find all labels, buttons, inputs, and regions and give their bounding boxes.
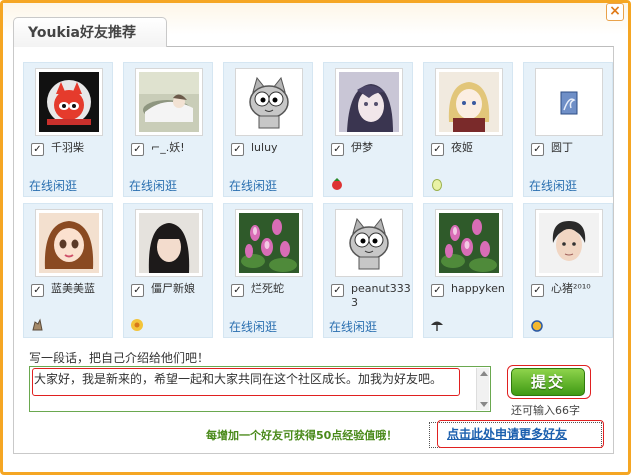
scroll-up-arrow-icon[interactable] [480, 371, 488, 376]
default-cat-avatar[interactable] [235, 68, 303, 136]
friend-select-checkbox[interactable]: ✓ [331, 284, 344, 297]
egg-icon [430, 177, 444, 191]
fox-logo-avatar[interactable] [35, 68, 103, 136]
friend-status[interactable]: 在线闲逛 [529, 177, 577, 194]
submit-highlight-outline: 提交 [507, 365, 591, 399]
default-cat-avatar[interactable] [335, 209, 403, 277]
friend-name: 千羽柴 [51, 141, 84, 154]
dragon-card-avatar[interactable] [535, 68, 603, 136]
friend-select-checkbox[interactable]: ✓ [331, 143, 344, 156]
intro-label: 写一段话，把自己介绍给他们吧！ [29, 351, 210, 365]
scroll-down-arrow-icon[interactable] [480, 402, 488, 407]
photo-boy-avatar[interactable] [535, 209, 603, 277]
friend-name: luluy [251, 141, 278, 154]
friend-status[interactable]: 在线闲逛 [29, 177, 77, 194]
friend-select-checkbox[interactable]: ✓ [231, 284, 244, 297]
friend-name: 心猪²⁰¹⁰ [551, 282, 591, 295]
cartoon-girl-avatar[interactable] [35, 209, 103, 277]
friend-status[interactable]: 在线闲逛 [229, 318, 277, 335]
friend-card[interactable]: ✓ 心猪²⁰¹⁰ [523, 203, 613, 338]
friend-select-checkbox[interactable]: ✓ [431, 284, 444, 297]
submit-button[interactable]: 提交 [511, 368, 585, 396]
friend-select-checkbox[interactable]: ✓ [531, 143, 544, 156]
lotus-avatar[interactable] [235, 209, 303, 277]
dark-umbrella-icon [430, 318, 444, 332]
friend-name: 蓝美美蓝 [51, 282, 95, 295]
friend-card[interactable]: ✓ ⌐_.妖! 在线闲逛 [123, 62, 213, 197]
more-friends-link[interactable]: 点击此处申请更多好友 [447, 425, 567, 442]
friend-name: 夜姬 [451, 141, 473, 154]
friend-card[interactable]: ✓ 圆丁在线闲逛 [523, 62, 613, 197]
friend-name: happyken [451, 282, 505, 295]
intro-textarea[interactable]: 大家好，我是新来的，希望一起和大家共同在这个社区成长。加我为好友吧。 [29, 366, 491, 412]
dialog-title: Youkia好友推荐 [28, 25, 136, 41]
friend-card[interactable]: ✓ 夜姬 [423, 62, 513, 197]
friend-card[interactable]: ✓ 烂死蛇在线闲逛 [223, 203, 313, 338]
textarea-scrollbar[interactable] [476, 368, 489, 410]
friend-status[interactable]: 在线闲逛 [229, 177, 277, 194]
bonus-text: 每增加一个好友可获得50点经验值哦！ [206, 429, 398, 442]
close-button[interactable]: × [606, 3, 624, 21]
friend-status[interactable]: 在线闲逛 [329, 318, 377, 335]
friend-card[interactable]: ✓ peanut3333 在线闲逛 [323, 203, 413, 338]
chars-left-counter: 还可输入66字 [511, 404, 580, 417]
friend-card[interactable]: ✓ 僵尸新娘 [123, 203, 213, 338]
friend-select-checkbox[interactable]: ✓ [31, 143, 44, 156]
friend-name: 圆丁 [551, 141, 573, 154]
friend-select-checkbox[interactable]: ✓ [31, 284, 44, 297]
anime-girl-avatar[interactable] [135, 68, 203, 136]
squirrel-icon [30, 318, 44, 332]
dialog-title-tab: Youkia好友推荐 [13, 17, 167, 47]
friend-select-checkbox[interactable]: ✓ [231, 143, 244, 156]
friend-name: peanut3333 [351, 282, 411, 309]
photo-woman-avatar[interactable] [135, 209, 203, 277]
friend-status[interactable]: 在线闲逛 [129, 177, 177, 194]
friend-select-checkbox[interactable]: ✓ [131, 284, 144, 297]
friend-select-checkbox[interactable]: ✓ [431, 143, 444, 156]
friend-card[interactable]: ✓ 千羽柴在线闲逛 [23, 62, 113, 197]
friend-card[interactable]: ✓ 伊梦 [323, 62, 413, 197]
friend-card[interactable]: ✓ 蓝美美蓝 [23, 203, 113, 338]
friend-name: 僵尸新娘 [151, 282, 195, 295]
blue-bag-icon [530, 318, 544, 332]
blonde-anime-avatar[interactable] [435, 68, 503, 136]
flower-icon [130, 318, 144, 332]
lotus-avatar[interactable] [435, 209, 503, 277]
friend-name: 烂死蛇 [251, 282, 284, 295]
friend-name: ⌐_.妖! [151, 141, 185, 154]
friend-select-checkbox[interactable]: ✓ [531, 284, 544, 297]
friend-select-checkbox[interactable]: ✓ [131, 143, 144, 156]
friend-card[interactable]: ✓ luluy 在线闲逛 [223, 62, 313, 197]
friend-card[interactable]: ✓ happyken [423, 203, 513, 338]
friend-name: 伊梦 [351, 141, 373, 154]
red-bag-icon [330, 177, 344, 191]
anime-purple-avatar[interactable] [335, 68, 403, 136]
